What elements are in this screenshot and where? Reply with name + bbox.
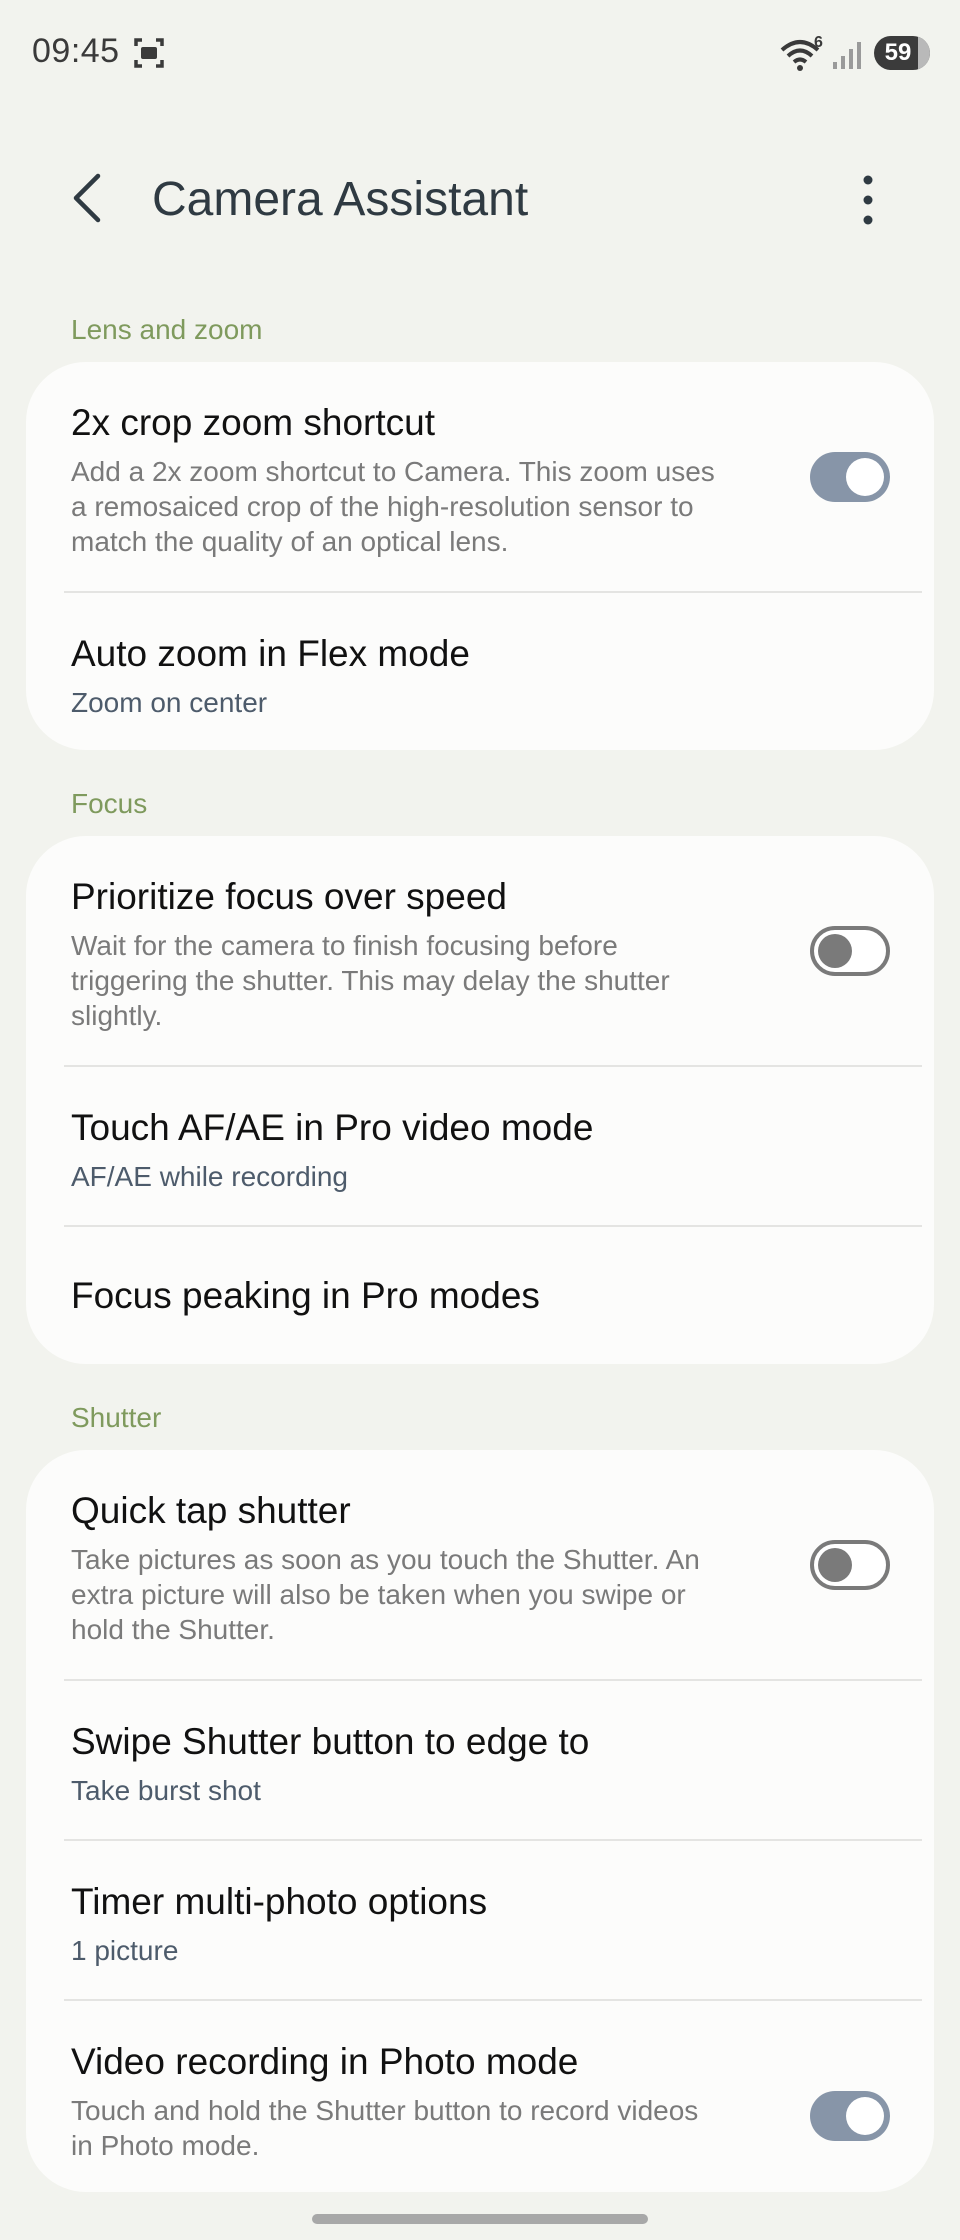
back-icon[interactable] — [60, 170, 116, 226]
desc-line: Wait for the camera to finish focusing b… — [71, 930, 618, 961]
desc-line: extra picture will also be taken when yo… — [71, 1579, 686, 1610]
setting-title: Swipe Shutter button to edge to — [71, 1721, 590, 1762]
more-vert-icon[interactable] — [846, 170, 890, 230]
section-header-lens-zoom: Lens and zoom — [71, 314, 263, 345]
setting-timer-multi-photo[interactable]: Timer multi-photo options 1 picture — [26, 1841, 934, 1999]
desc-line: hold the Shutter. — [71, 1614, 275, 1645]
setting-quick-tap-shutter[interactable]: Quick tap shutter Take pictures as soon … — [26, 1450, 934, 1680]
card-shutter: Quick tap shutter Take pictures as soon … — [26, 1450, 934, 2192]
setting-value: 1 picture — [71, 1935, 179, 1966]
setting-title: Quick tap shutter — [71, 1490, 351, 1531]
setting-value: Take burst shot — [71, 1775, 261, 1806]
card-lens-zoom: 2x crop zoom shortcut Add a 2x zoom shor… — [26, 362, 934, 750]
card-focus: Prioritize focus over speed Wait for the… — [26, 836, 934, 1364]
desc-line: Take pictures as soon as you touch the S… — [71, 1544, 700, 1575]
setting-description: Take pictures as soon as you touch the S… — [71, 1542, 771, 1647]
setting-title: Prioritize focus over speed — [71, 876, 507, 917]
setting-video-in-photo-mode[interactable]: Video recording in Photo mode Touch and … — [26, 2001, 934, 2192]
setting-description: Touch and hold the Shutter button to rec… — [71, 2093, 771, 2163]
desc-line: Touch and hold the Shutter button to rec… — [71, 2095, 699, 2126]
setting-touch-af-ae[interactable]: Touch AF/AE in Pro video mode AF/AE whil… — [26, 1067, 934, 1225]
battery-level: 59 — [884, 39, 912, 66]
setting-title: Touch AF/AE in Pro video mode — [71, 1107, 594, 1148]
quick-tap-toggle[interactable] — [810, 1540, 890, 1590]
desc-line: match the quality of an optical lens. — [71, 526, 509, 557]
setting-description: Add a 2x zoom shortcut to Camera. This z… — [71, 454, 771, 559]
setting-swipe-shutter[interactable]: Swipe Shutter button to edge to Take bur… — [26, 1681, 934, 1839]
wifi-badge: 6 — [814, 34, 823, 51]
desc-line: in Photo mode. — [71, 2130, 260, 2161]
setting-title: Focus peaking in Pro modes — [71, 1275, 540, 1316]
setting-title: 2x crop zoom shortcut — [71, 402, 435, 443]
screenshot-icon — [134, 38, 164, 68]
home-indicator[interactable] — [312, 2214, 648, 2224]
desc-line: triggering the shutter. This may delay t… — [71, 965, 670, 996]
setting-description: Wait for the camera to finish focusing b… — [71, 928, 771, 1033]
desc-line: Add a 2x zoom shortcut to Camera. This z… — [71, 456, 715, 487]
setting-prioritize-focus[interactable]: Prioritize focus over speed Wait for the… — [26, 836, 934, 1066]
setting-title: Video recording in Photo mode — [71, 2041, 579, 2082]
setting-title: Auto zoom in Flex mode — [71, 633, 470, 674]
battery-indicator: 59 — [874, 36, 930, 70]
setting-crop-zoom-shortcut[interactable]: 2x crop zoom shortcut Add a 2x zoom shor… — [26, 362, 934, 592]
crop-zoom-toggle[interactable] — [810, 452, 890, 502]
desc-line: slightly. — [71, 1000, 163, 1031]
setting-value: Zoom on center — [71, 687, 268, 718]
setting-title: Timer multi-photo options — [71, 1881, 488, 1922]
setting-focus-peaking[interactable]: Focus peaking in Pro modes — [26, 1227, 934, 1364]
page-title: Camera Assistant — [152, 173, 529, 226]
prioritize-focus-toggle[interactable] — [810, 926, 890, 976]
section-header-shutter: Shutter — [71, 1402, 162, 1433]
status-time: 09:45 — [32, 32, 120, 70]
section-header-focus: Focus — [71, 788, 148, 819]
video-photo-toggle[interactable] — [810, 2091, 890, 2141]
setting-auto-zoom-flex[interactable]: Auto zoom in Flex mode Zoom on center — [26, 593, 934, 750]
signal-icon — [833, 42, 861, 69]
desc-line: a remosaiced crop of the high-resolution… — [71, 491, 694, 522]
setting-value: AF/AE while recording — [71, 1161, 349, 1192]
app-bar: Camera Assistant — [0, 150, 960, 250]
status-bar: 09:45 6 59 — [0, 0, 960, 110]
